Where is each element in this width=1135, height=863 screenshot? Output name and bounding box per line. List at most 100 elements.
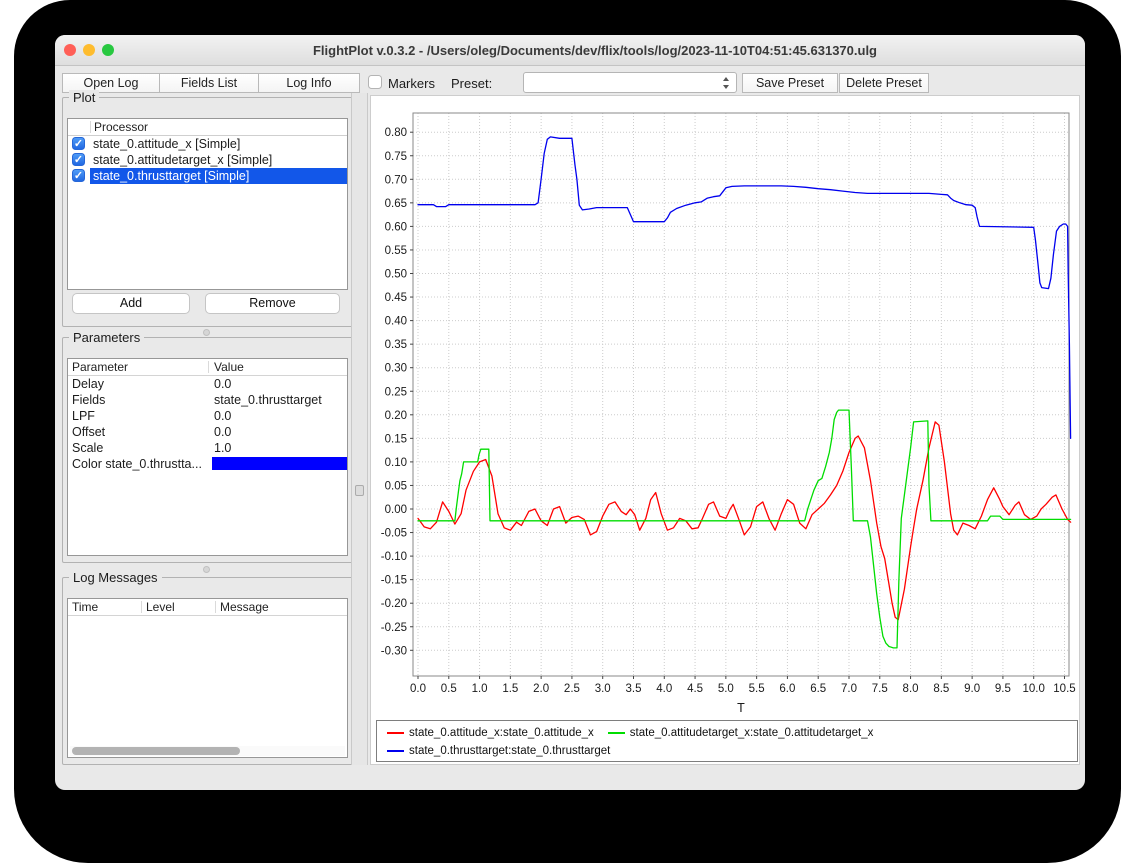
list-item[interactable]: ✓ state_0.attitudetarget_x [Simple] xyxy=(68,152,347,168)
series-line-2 xyxy=(418,137,1071,439)
column-separator xyxy=(141,601,142,613)
y-tick-label: 0.35 xyxy=(385,339,407,351)
x-tick-label: 0.0 xyxy=(410,683,426,695)
list-item[interactable]: ✓ state_0.attitude_x [Simple] xyxy=(68,136,347,152)
color-swatch[interactable] xyxy=(212,457,347,470)
legend-label: state_0.attitudetarget_x:state_0.attitud… xyxy=(630,727,874,739)
x-tick-label: 4.0 xyxy=(656,683,672,695)
y-tick-label: -0.15 xyxy=(381,575,407,587)
x-tick-label: 5.0 xyxy=(718,683,734,695)
param-name: Scale xyxy=(72,440,103,456)
window-title: FlightPlot v.0.3.2 - /Users/oleg/Documen… xyxy=(135,35,1055,66)
parameters-table[interactable]: Parameter Value Delay 0.0 Fields state_0… xyxy=(67,358,348,556)
y-tick-label: 0.10 xyxy=(385,457,407,469)
x-tick-label: 2.0 xyxy=(533,683,549,695)
x-tick-label: 8.0 xyxy=(903,683,919,695)
x-tick-label: 3.5 xyxy=(625,683,641,695)
chevron-down-icon xyxy=(723,85,729,89)
chart-legend: state_0.attitude_x:state_0.attitude_x st… xyxy=(376,720,1078,762)
param-name: LPF xyxy=(72,408,95,424)
log-messages-group-title: Log Messages xyxy=(69,570,162,585)
table-row[interactable]: Scale 1.0 xyxy=(68,440,347,456)
green-line-swatch-icon xyxy=(608,732,625,734)
delete-preset-button[interactable]: Delete Preset xyxy=(839,73,929,93)
y-tick-label: 0.65 xyxy=(385,198,407,210)
item-checkbox[interactable]: ✓ xyxy=(72,169,85,182)
table-row[interactable]: Color state_0.thrustta... xyxy=(68,456,347,472)
zoom-window-button[interactable] xyxy=(102,44,114,56)
splitter-handle[interactable] xyxy=(203,566,210,573)
chart-panel[interactable]: 0.00.51.01.52.02.53.03.54.04.55.05.56.06… xyxy=(370,95,1080,765)
column-separator xyxy=(208,361,209,373)
x-tick-label: 1.0 xyxy=(472,683,488,695)
processor-list[interactable]: Processor ✓ state_0.attitude_x [Simple] … xyxy=(67,118,348,290)
minimize-window-button[interactable] xyxy=(83,44,95,56)
remove-button[interactable]: Remove xyxy=(205,293,340,314)
combobox-stepper-icon xyxy=(722,75,731,91)
parameters-table-header: Parameter Value xyxy=(68,359,347,376)
y-tick-label: 0.20 xyxy=(385,410,407,422)
param-name: Offset xyxy=(72,424,105,440)
add-button[interactable]: Add xyxy=(72,293,190,314)
splitter-handle[interactable] xyxy=(355,485,364,496)
legend-item: state_0.attitudetarget_x:state_0.attitud… xyxy=(608,727,874,739)
blue-line-swatch-icon xyxy=(387,750,404,752)
scrollbar-thumb[interactable] xyxy=(72,747,240,755)
x-tick-label: 2.5 xyxy=(564,683,580,695)
y-tick-label: 0.15 xyxy=(385,433,407,445)
splitter-handle[interactable] xyxy=(203,329,210,336)
save-preset-button[interactable]: Save Preset xyxy=(742,73,838,93)
title-bar: FlightPlot v.0.3.2 - /Users/oleg/Documen… xyxy=(55,35,1085,66)
column-header: Time xyxy=(72,599,98,616)
log-info-button[interactable]: Log Info xyxy=(258,73,360,93)
preset-label: Preset: xyxy=(451,76,492,91)
horizontal-scrollbar[interactable] xyxy=(70,746,345,756)
column-header: Value xyxy=(214,359,244,376)
red-line-swatch-icon xyxy=(387,732,404,734)
y-tick-label: 0.30 xyxy=(385,363,407,375)
column-separator xyxy=(90,121,91,133)
y-tick-label: -0.30 xyxy=(381,645,407,657)
x-tick-label: 0.5 xyxy=(441,683,457,695)
x-tick-label: 1.5 xyxy=(502,683,518,695)
column-separator xyxy=(215,601,216,613)
list-item-label: state_0.attitude_x [Simple] xyxy=(90,136,347,152)
param-name: Color state_0.thrustta... xyxy=(72,456,202,472)
y-tick-label: 0.05 xyxy=(385,480,407,492)
y-tick-label: 0.60 xyxy=(385,221,407,233)
param-value: 1.0 xyxy=(214,440,231,456)
param-value: 0.0 xyxy=(214,376,231,392)
y-tick-label: -0.05 xyxy=(381,528,407,540)
markers-checkbox[interactable] xyxy=(368,75,382,89)
fields-list-button[interactable]: Fields List xyxy=(159,73,259,93)
table-row[interactable]: LPF 0.0 xyxy=(68,408,347,424)
x-tick-label: 3.0 xyxy=(595,683,611,695)
list-item-selected[interactable]: ✓ state_0.thrusttarget [Simple] xyxy=(68,168,347,184)
flightplot-window: FlightPlot v.0.3.2 - /Users/oleg/Documen… xyxy=(55,35,1085,790)
x-tick-label: 10.5 xyxy=(1053,683,1075,695)
y-tick-label: 0.75 xyxy=(385,151,407,163)
x-tick-label: 5.5 xyxy=(749,683,765,695)
flight-chart[interactable]: 0.00.51.01.52.02.53.03.54.04.55.05.56.06… xyxy=(371,96,1079,764)
y-tick-label: -0.20 xyxy=(381,598,407,610)
column-header: Level xyxy=(146,599,175,616)
vertical-splitter[interactable] xyxy=(351,93,368,765)
legend-label: state_0.thrusttarget:state_0.thrusttarge… xyxy=(409,745,610,757)
table-row[interactable]: Offset 0.0 xyxy=(68,424,347,440)
x-tick-label: 9.0 xyxy=(964,683,980,695)
processor-column-header: Processor xyxy=(68,119,347,136)
preset-combobox[interactable] xyxy=(523,72,737,93)
item-checkbox[interactable]: ✓ xyxy=(72,137,85,150)
y-tick-label: -0.10 xyxy=(381,551,407,563)
param-value: state_0.thrusttarget xyxy=(214,392,322,408)
x-tick-label: 10.0 xyxy=(1023,683,1045,695)
table-row[interactable]: Delay 0.0 xyxy=(68,376,347,392)
log-messages-table[interactable]: Time Level Message xyxy=(67,598,348,758)
table-row[interactable]: Fields state_0.thrusttarget xyxy=(68,392,347,408)
series-line-1 xyxy=(418,410,1071,648)
close-window-button[interactable] xyxy=(64,44,76,56)
param-value: 0.0 xyxy=(214,408,231,424)
x-tick-label: 6.0 xyxy=(779,683,795,695)
legend-item: state_0.attitude_x:state_0.attitude_x xyxy=(387,727,594,739)
item-checkbox[interactable]: ✓ xyxy=(72,153,85,166)
